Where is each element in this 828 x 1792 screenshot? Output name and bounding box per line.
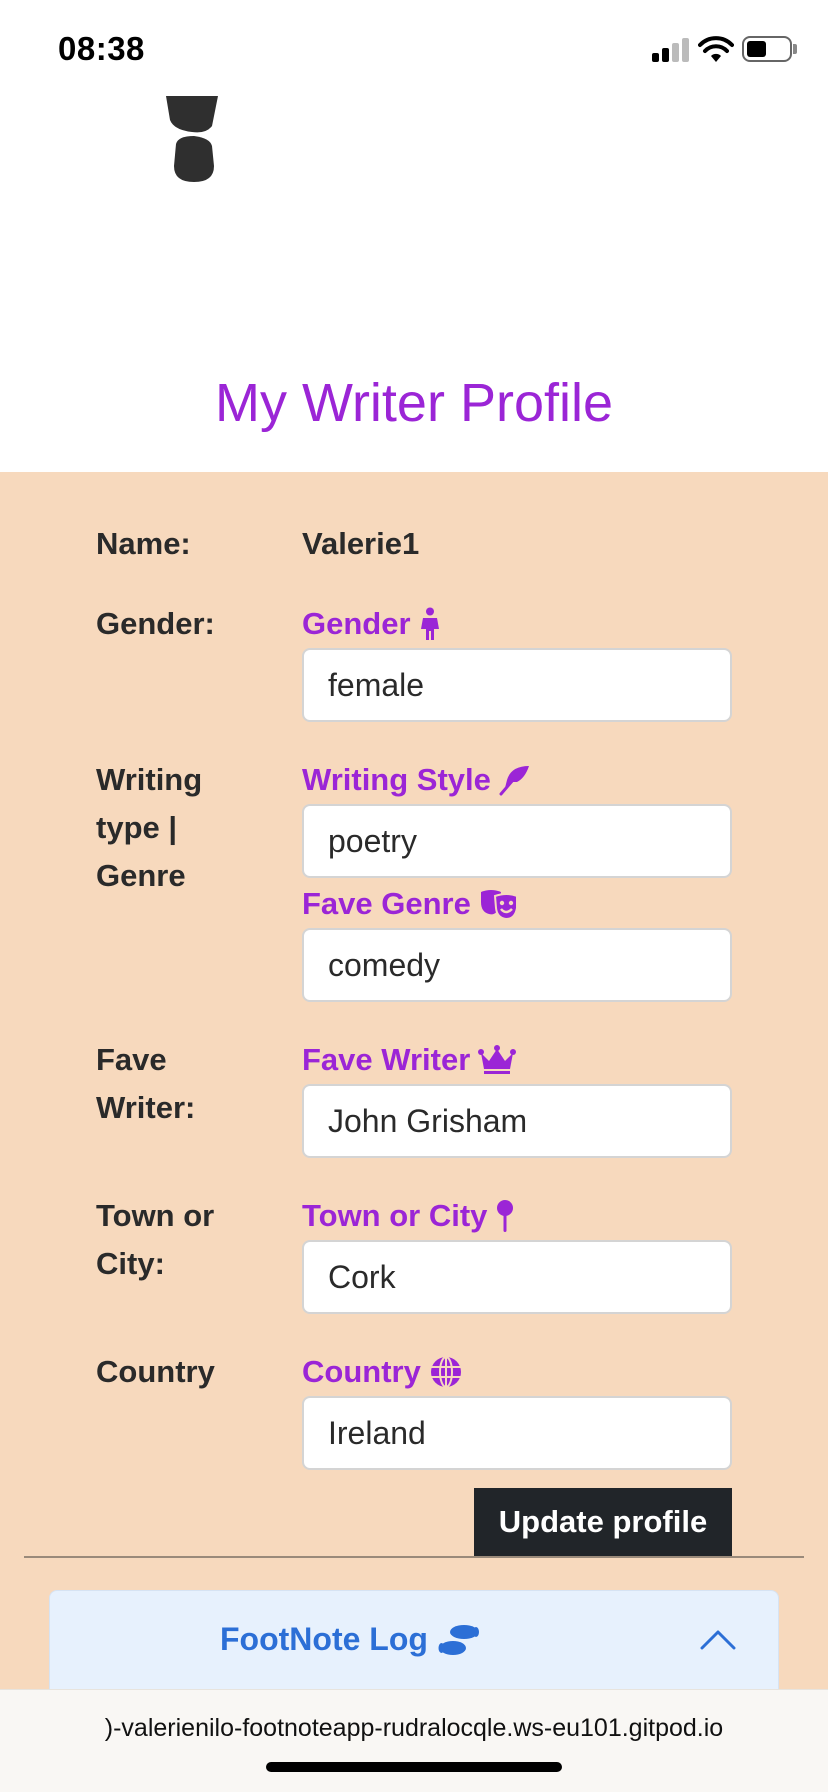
theater-masks-icon xyxy=(480,890,518,920)
gender-row-label: Gender: xyxy=(96,606,215,641)
town-field-label-text: Town or City xyxy=(302,1198,488,1233)
fave-genre-field-label: Fave Genre xyxy=(302,882,519,926)
writing-type-label-line2: type | xyxy=(96,810,178,845)
country-input[interactable] xyxy=(302,1396,732,1470)
town-field-label: Town or City xyxy=(302,1194,515,1238)
map-pin-icon xyxy=(497,1200,514,1232)
name-label: Name: xyxy=(96,526,191,561)
battery-icon xyxy=(742,36,792,62)
footnote-log-title: FootNote Log xyxy=(220,1621,428,1657)
person-standing-dress-icon xyxy=(420,607,439,640)
update-profile-button[interactable]: Update profile xyxy=(474,1488,732,1556)
town-input[interactable] xyxy=(302,1240,732,1314)
feather-icon xyxy=(499,766,529,796)
writing-type-label-line3: Genre xyxy=(96,858,186,893)
url-text[interactable]: )-valerienilo-footnoteapp-rudralocqle.ws… xyxy=(0,1714,828,1743)
wifi-icon xyxy=(698,36,734,62)
cellular-signal-icon xyxy=(652,38,690,62)
town-label-line1: Town or xyxy=(96,1198,215,1233)
browser-url-bar[interactable]: )-valerienilo-footnoteapp-rudralocqle.ws… xyxy=(0,1689,828,1792)
battery-cap xyxy=(793,44,797,54)
writing-style-field-label: Writing Style xyxy=(302,758,531,802)
country-field-label-text: Country xyxy=(302,1354,421,1389)
town-label-line2: City: xyxy=(96,1246,165,1281)
fave-genre-input[interactable] xyxy=(302,928,732,1002)
fave-genre-field-label-text: Fave Genre xyxy=(302,886,471,921)
fave-writer-label-line2: Writer: xyxy=(96,1090,196,1125)
crown-icon xyxy=(478,1045,517,1074)
gender-input[interactable] xyxy=(302,648,732,722)
country-field-label: Country xyxy=(302,1350,463,1394)
country-row-label: Country xyxy=(96,1354,215,1389)
fave-writer-field-label: Fave Writer xyxy=(302,1038,517,1082)
page-title: My Writer Profile xyxy=(214,373,614,433)
writing-style-field-label-text: Writing Style xyxy=(302,762,491,797)
status-bar: 08:38 xyxy=(0,0,828,96)
section-divider xyxy=(24,1556,804,1558)
writing-type-label-line1: Writing xyxy=(96,762,203,797)
chevron-up-icon[interactable] xyxy=(700,1627,736,1651)
gender-field-label: Gender xyxy=(302,602,441,646)
battery-level xyxy=(747,41,766,57)
shoe-prints-icon xyxy=(438,1624,479,1655)
home-indicator[interactable] xyxy=(266,1762,562,1772)
fave-writer-field-label-text: Fave Writer xyxy=(302,1042,471,1077)
fave-writer-input[interactable] xyxy=(302,1084,732,1158)
fave-writer-label-line1: Fave xyxy=(96,1042,167,1077)
globe-icon xyxy=(430,1356,461,1388)
footnote-log-header[interactable]: FootNote Log xyxy=(220,1621,480,1658)
name-value: Valerie1 xyxy=(302,526,420,561)
status-time: 08:38 xyxy=(58,30,145,67)
footprint-logo-icon xyxy=(166,96,218,182)
gender-field-label-text: Gender xyxy=(302,606,411,641)
writing-style-input[interactable] xyxy=(302,804,732,878)
